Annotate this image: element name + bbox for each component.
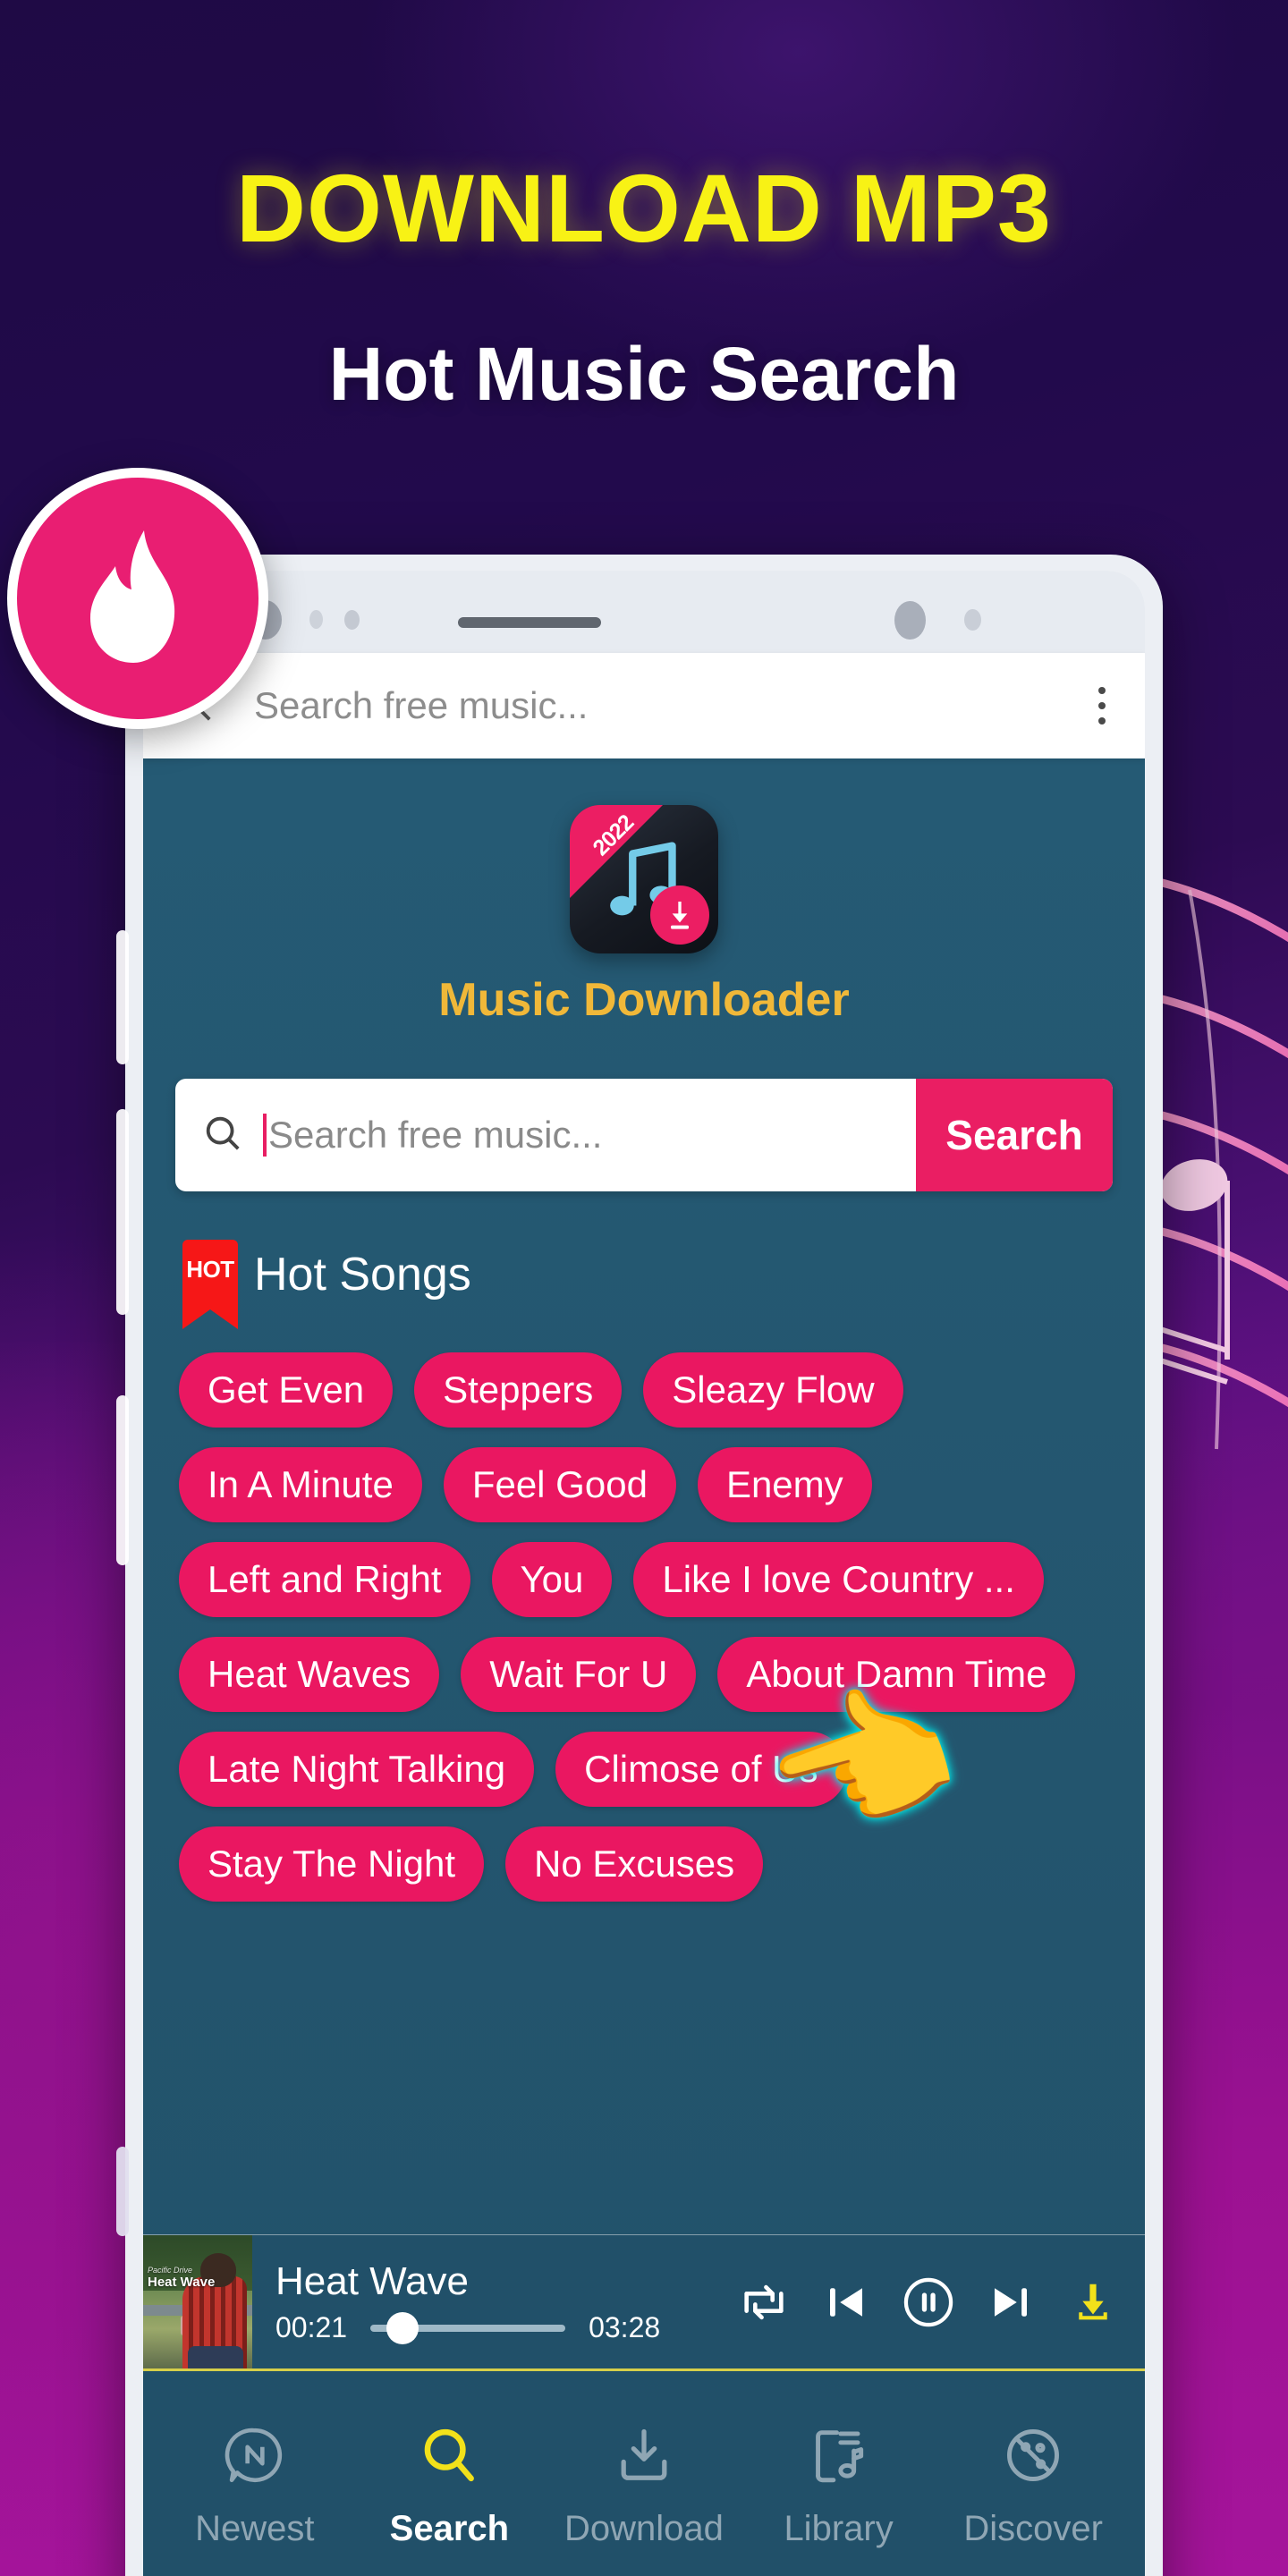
phone-side-button-4 [116, 2147, 129, 2236]
hot-songs-chip-list: Get Even Steppers Sleazy Flow In A Minute Fe… [179, 1352, 1109, 1902]
pause-icon[interactable] [900, 2274, 957, 2331]
repeat-icon[interactable] [735, 2274, 792, 2331]
hot-song-chip[interactable]: Feel Good [443, 1447, 676, 1522]
hot-song-chip[interactable]: Enemy [697, 1447, 872, 1522]
phone-screen: Search free music... 2022 Music Download… [143, 571, 1145, 2576]
progress-knob[interactable] [386, 2311, 419, 2344]
progress-slider[interactable] [370, 2311, 566, 2344]
library-icon [806, 2416, 872, 2495]
discover-icon [1000, 2416, 1066, 2495]
music-search-row: Search free music... Search [175, 1079, 1113, 1191]
phone-notch-bar [143, 571, 1145, 653]
phone-side-button-3 [116, 1395, 129, 1565]
promo-headline: DOWNLOAD MP3 [236, 154, 1052, 262]
hot-song-chip[interactable]: Steppers [414, 1352, 623, 1428]
search-button[interactable]: Search [916, 1079, 1113, 1191]
search-icon [416, 2416, 482, 2495]
browser-search-placeholder: Search free music... [254, 684, 589, 726]
album-art-jeans [188, 2345, 243, 2369]
album-art-caption: Pacific Drive Heat Wave [148, 2266, 249, 2291]
sensor-dot [309, 610, 323, 629]
previous-track-icon[interactable] [818, 2274, 875, 2331]
hot-song-chip[interactable]: Stay The Night [179, 1826, 485, 1902]
album-artist: Pacific Drive [148, 2265, 193, 2275]
phone-side-button-1 [116, 930, 129, 1064]
progress-row: 00:21 03:28 [275, 2311, 735, 2344]
sensor-dot [344, 610, 360, 630]
nav-item-download[interactable]: Download [555, 2416, 733, 2549]
current-time: 00:21 [275, 2311, 348, 2343]
download-icon[interactable] [1064, 2274, 1122, 2331]
hot-song-chip[interactable]: Like I love Country ... [633, 1542, 1044, 1617]
bottom-navigation: Newest Search Download Library Discover [143, 2368, 1145, 2576]
earpiece-speaker [458, 617, 601, 628]
nav-label-discover: Discover [963, 2509, 1103, 2548]
nav-label-newest: Newest [195, 2509, 315, 2548]
hot-song-chip[interactable]: In A Minute [179, 1447, 422, 1522]
app-icon: 2022 [570, 805, 718, 953]
flame-badge [7, 468, 268, 729]
nav-item-library[interactable]: Library [750, 2416, 928, 2549]
hot-song-chip[interactable]: Get Even [179, 1352, 394, 1428]
player-controls [735, 2274, 1145, 2331]
total-time: 03:28 [589, 2311, 661, 2343]
nav-item-discover[interactable]: Discover [944, 2416, 1123, 2549]
hot-songs-header: HOT Hot Songs [182, 1240, 1145, 1329]
download-icon [611, 2416, 677, 2495]
album-title: Heat Wave [148, 2274, 216, 2290]
search-icon [202, 1113, 243, 1158]
hot-badge: HOT [182, 1240, 238, 1329]
flame-icon [80, 525, 196, 673]
kebab-menu-icon[interactable] [1089, 680, 1114, 732]
phone-mockup: Search free music... 2022 Music Download… [125, 555, 1163, 2576]
album-art: Pacific Drive Heat Wave [143, 2234, 252, 2369]
newest-icon [222, 2416, 288, 2495]
front-camera-icon [894, 601, 926, 640]
track-info: Heat Wave 00:21 03:28 [275, 2259, 735, 2344]
hot-song-chip[interactable]: Wait For U [461, 1637, 697, 1712]
app-content: 2022 Music Downloader Search free music.… [143, 758, 1145, 2576]
hot-song-chip[interactable]: You [491, 1542, 613, 1617]
hot-song-chip[interactable]: Heat Waves [179, 1637, 440, 1712]
hot-song-chip[interactable]: Late Night Talking [179, 1732, 535, 1807]
track-title: Heat Wave [275, 2259, 470, 2303]
text-caret [263, 1114, 267, 1157]
nav-label-library: Library [784, 2509, 894, 2548]
hot-songs-label: Hot Songs [254, 1249, 471, 1301]
nav-item-search[interactable]: Search [360, 2416, 538, 2549]
mini-player: Pacific Drive Heat Wave Heat Wave 00:21 … [143, 2234, 1145, 2369]
nav-item-newest[interactable]: Newest [165, 2416, 344, 2549]
promo-subheadline: Hot Music Search [328, 332, 960, 416]
next-track-icon[interactable] [982, 2274, 1039, 2331]
browser-search-bar[interactable]: Search free music... [143, 653, 1145, 758]
nav-label-download: Download [564, 2509, 724, 2548]
app-title: Music Downloader [438, 974, 850, 1026]
sensor-dot [964, 609, 981, 631]
download-icon [650, 886, 709, 945]
hot-song-chip[interactable]: Left and Right [179, 1542, 470, 1617]
hot-song-chip[interactable]: Sleazy Flow [643, 1352, 903, 1428]
phone-side-button-2 [116, 1109, 129, 1315]
nav-label-search: Search [389, 2509, 510, 2548]
app-icon-container: 2022 [143, 805, 1145, 953]
hot-song-chip[interactable]: No Excuses [505, 1826, 764, 1902]
search-placeholder: Search free music... [268, 1114, 603, 1156]
search-input[interactable]: Search free music... [175, 1079, 916, 1191]
